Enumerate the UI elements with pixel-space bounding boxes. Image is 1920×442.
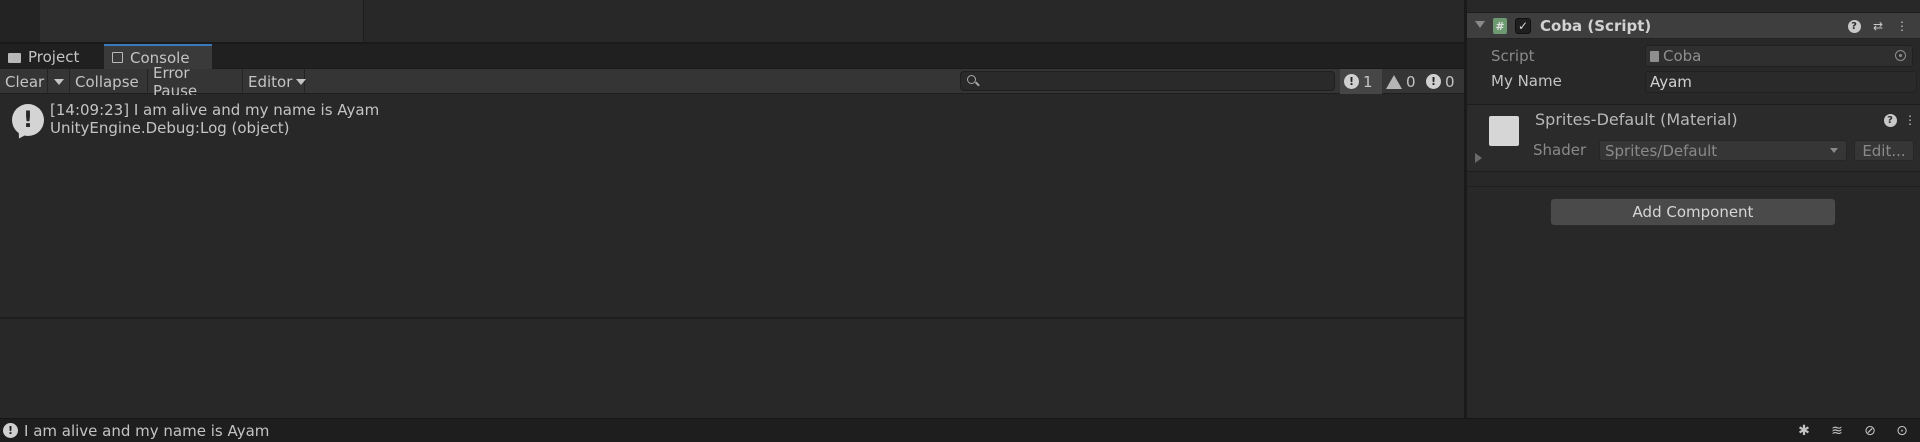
- script-file-icon: [1650, 50, 1659, 62]
- inspector-top-area: [1467, 0, 1920, 11]
- debug-mode-icon[interactable]: ✱: [1796, 423, 1812, 439]
- log-stack-trace: UnityEngine.Debug:Log (object): [50, 119, 290, 137]
- my-name-label: My Name: [1491, 72, 1562, 90]
- warning-count: 0: [1406, 72, 1416, 91]
- log-entry[interactable]: ! [14:09:23] I am alive and my name is A…: [0, 99, 1464, 139]
- warning-count-toggle[interactable]: 0: [1382, 69, 1422, 94]
- script-field-value: Coba: [1663, 47, 1702, 65]
- script-object-field[interactable]: Coba: [1645, 45, 1913, 67]
- status-message[interactable]: I am alive and my name is Ayam: [24, 422, 269, 440]
- folder-icon: [8, 52, 21, 63]
- error-count-toggle[interactable]: ! 0: [1422, 69, 1464, 94]
- clear-button[interactable]: Clear: [0, 69, 48, 94]
- chevron-down-icon: [1830, 148, 1838, 153]
- error-count: 0: [1445, 72, 1455, 91]
- component-header[interactable]: # ✓ Coba (Script) ? ⇄ ⋮: [1467, 12, 1920, 39]
- info-message-icon: !: [12, 104, 44, 136]
- help-icon[interactable]: ?: [1846, 18, 1862, 34]
- editor-dropdown-label: Editor: [248, 72, 293, 91]
- info-message-icon: !: [3, 423, 18, 438]
- presets-icon[interactable]: ⇄: [1870, 18, 1886, 34]
- search-input[interactable]: [981, 73, 1335, 91]
- my-name-field[interactable]: Ayam: [1645, 71, 1917, 93]
- progress-done-icon[interactable]: ⊙: [1894, 423, 1910, 439]
- shader-label: Shader: [1533, 141, 1587, 159]
- error-icon: !: [1426, 74, 1441, 89]
- script-label: Script: [1491, 47, 1535, 65]
- tab-project-label: Project: [28, 47, 80, 66]
- component-enabled-checkbox[interactable]: ✓: [1515, 18, 1531, 34]
- material-preview-thumbnail: [1489, 116, 1519, 146]
- chevron-down-icon: [296, 78, 307, 85]
- object-picker-icon[interactable]: [1895, 50, 1906, 61]
- editor-dropdown[interactable]: Editor: [243, 69, 307, 94]
- inspector-panel: # ✓ Coba (Script) ? ⇄ ⋮ Script Coba My N…: [1467, 0, 1920, 418]
- collapse-toggle[interactable]: Collapse: [70, 69, 148, 94]
- add-component-button[interactable]: Add Component: [1550, 198, 1836, 226]
- kebab-menu-icon[interactable]: ⋮: [1902, 112, 1918, 128]
- material-section: Sprites-Default (Material) ? ⋮ Shader Sp…: [1467, 105, 1920, 172]
- cache-server-icon[interactable]: ≋: [1829, 423, 1845, 439]
- clear-options-dropdown[interactable]: [48, 69, 70, 94]
- edit-shader-button[interactable]: Edit...: [1854, 140, 1914, 161]
- tab-project[interactable]: Project: [0, 44, 104, 69]
- warning-icon: [1386, 74, 1402, 89]
- help-icon[interactable]: ?: [1882, 112, 1898, 128]
- scene-left-gutter: [0, 0, 40, 42]
- console-log-list: ! [14:09:23] I am alive and my name is A…: [0, 95, 1464, 317]
- scene-panel-main: [364, 0, 1464, 42]
- kebab-menu-icon[interactable]: ⋮: [1894, 18, 1910, 34]
- component-title: Coba (Script): [1540, 17, 1652, 35]
- console-search[interactable]: [960, 71, 1335, 91]
- chevron-down-icon: [53, 78, 64, 85]
- my-name-value: Ayam: [1650, 73, 1692, 91]
- auto-generate-lighting-icon[interactable]: ⊘: [1862, 423, 1878, 439]
- status-bar: ! I am alive and my name is Ayam ✱ ≋ ⊘ ⊙: [0, 418, 1920, 442]
- error-pause-toggle[interactable]: Error Pause: [148, 64, 243, 100]
- divider: [1467, 186, 1920, 187]
- shader-value: Sprites/Default: [1605, 141, 1718, 160]
- shader-dropdown[interactable]: Sprites/Default: [1599, 140, 1847, 161]
- scene-panel: [40, 0, 364, 42]
- info-count-toggle[interactable]: ! 1: [1340, 69, 1382, 94]
- foldout-arrow-icon[interactable]: [1475, 153, 1482, 163]
- search-icon: [967, 75, 976, 84]
- log-message: [14:09:23] I am alive and my name is Aya…: [50, 101, 380, 119]
- material-title: Sprites-Default (Material): [1535, 110, 1738, 129]
- console-detail-pane: [0, 319, 1464, 415]
- csharp-script-icon: #: [1493, 18, 1507, 34]
- info-count: 1: [1363, 72, 1373, 91]
- info-message-icon: !: [1344, 74, 1359, 89]
- foldout-arrow-icon[interactable]: [1475, 21, 1485, 28]
- console-icon: [112, 52, 123, 63]
